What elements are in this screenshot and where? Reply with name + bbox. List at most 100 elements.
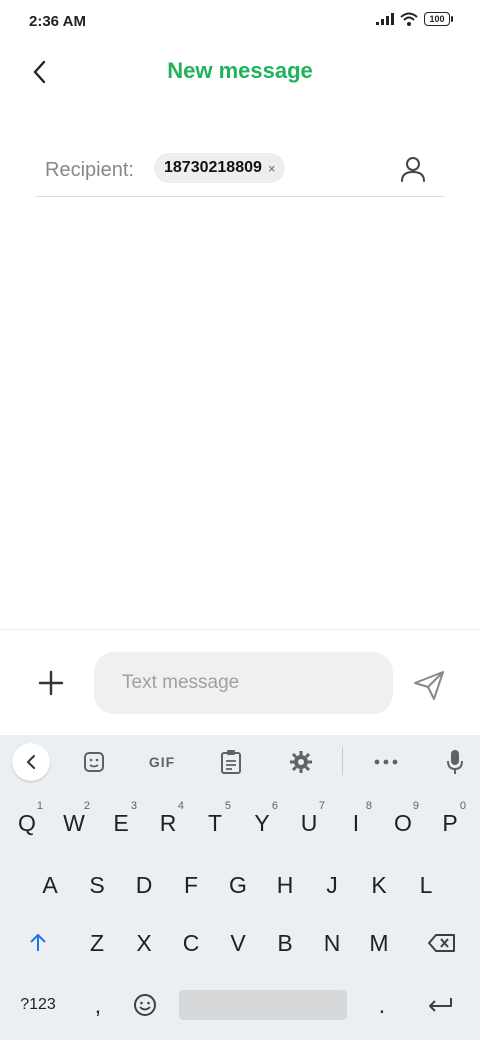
add-attachment-button[interactable]: [36, 668, 66, 698]
emoji-icon: [134, 994, 156, 1016]
shift-key[interactable]: [18, 918, 58, 968]
shift-arrow-icon: [30, 933, 46, 951]
key-u[interactable]: U7: [289, 798, 329, 848]
key-row-4: ?123 , .: [0, 980, 480, 1030]
recipient-chip-text: 18730218809: [164, 159, 262, 176]
plus-icon: [38, 670, 64, 696]
chevron-left-icon: [26, 755, 35, 769]
key-d[interactable]: D: [124, 860, 164, 910]
battery-level: 100: [429, 14, 445, 24]
emoji-key[interactable]: [125, 980, 165, 1030]
key-row-1: Q1W2E3R4T5Y6U7I8O9P0: [0, 798, 480, 848]
key-t[interactable]: T5: [195, 798, 235, 848]
symbols-key[interactable]: ?123: [18, 980, 58, 1030]
key-hint: 3: [130, 800, 137, 812]
space-key[interactable]: [179, 990, 347, 1020]
send-button[interactable]: [412, 668, 446, 702]
key-h[interactable]: H: [265, 860, 305, 910]
sticker-icon: [84, 752, 104, 772]
key-x[interactable]: X: [124, 918, 164, 968]
key-v[interactable]: V: [218, 918, 258, 968]
key-o[interactable]: O9: [383, 798, 423, 848]
key-l[interactable]: L: [406, 860, 446, 910]
key-hint: 9: [412, 800, 419, 812]
soft-keyboard: G I F Q 1 W 2 E 3 R 4 T 5 Y 6 U 7 I 8 O 9 …: [0, 735, 480, 1040]
recipient-chip[interactable]: 18730218809 ×: [154, 153, 286, 183]
voice-input-button[interactable]: [440, 747, 470, 777]
key-n[interactable]: N: [312, 918, 352, 968]
key-hint: 1: [36, 800, 43, 812]
key-hint: 2: [83, 800, 90, 812]
key-f[interactable]: F: [171, 860, 211, 910]
key-label: P: [442, 809, 458, 836]
key-p[interactable]: P0: [430, 798, 470, 848]
key-r[interactable]: R4: [148, 798, 188, 848]
key-label: U: [300, 809, 318, 836]
gear-icon: [290, 751, 312, 773]
sticker-button[interactable]: [79, 747, 109, 777]
send-icon: [414, 671, 444, 700]
clipboard-button[interactable]: [216, 747, 246, 777]
key-m[interactable]: M: [359, 918, 399, 968]
key-w[interactable]: W2: [54, 798, 94, 848]
wifi-icon: [400, 12, 418, 26]
period-key[interactable]: .: [362, 980, 402, 1030]
recipient-row[interactable]: Recipient: 18730218809 ×: [36, 146, 444, 197]
key-hint: 5: [224, 800, 231, 812]
status-icons: 100: [376, 12, 453, 26]
chip-remove-icon[interactable]: ×: [268, 161, 276, 176]
signal-icon: [376, 13, 394, 25]
status-bar: 2:36 AM 100: [0, 0, 480, 44]
key-s[interactable]: S: [77, 860, 117, 910]
message-input[interactable]: [94, 652, 393, 714]
gif-icon: GIF: [148, 754, 176, 770]
compose-bar: [0, 629, 480, 736]
key-label: Q: [18, 809, 36, 836]
key-a[interactable]: A: [30, 860, 70, 910]
key-label: Y: [254, 809, 270, 836]
key-label: T: [207, 809, 223, 836]
mic-icon: [447, 750, 463, 774]
contact-picker-button[interactable]: [398, 154, 428, 184]
key-hint: 6: [271, 800, 278, 812]
settings-button[interactable]: [286, 747, 316, 777]
battery-icon: 100: [424, 12, 453, 26]
key-hint: 4: [177, 800, 184, 812]
key-row-2: ASDFGHJKL: [0, 860, 480, 910]
key-y[interactable]: Y6: [242, 798, 282, 848]
key-j[interactable]: J: [312, 860, 352, 910]
key-i[interactable]: I8: [336, 798, 376, 848]
enter-icon: [429, 998, 452, 1012]
key-label: O: [394, 809, 412, 836]
backspace-key[interactable]: [422, 918, 462, 968]
key-g[interactable]: G: [218, 860, 258, 910]
page-title: New message: [167, 58, 313, 83]
key-q[interactable]: Q1: [7, 798, 47, 848]
key-c[interactable]: C: [171, 918, 211, 968]
key-z[interactable]: Z: [77, 918, 117, 968]
app-header: New message: [0, 44, 480, 100]
key-k[interactable]: K: [359, 860, 399, 910]
key-e[interactable]: E3: [101, 798, 141, 848]
keyboard-collapse-button[interactable]: [12, 743, 50, 781]
key-hint: 0: [459, 800, 466, 812]
recipient-label: Recipient:: [45, 159, 134, 181]
key-hint: 8: [365, 800, 372, 812]
person-icon: [401, 157, 425, 182]
key-label: I: [352, 809, 360, 836]
gif-button[interactable]: GIF: [144, 747, 180, 777]
more-icon: [374, 759, 398, 765]
status-time: 2:36 AM: [29, 13, 86, 30]
more-button[interactable]: [371, 747, 401, 777]
key-label: W: [63, 809, 85, 836]
key-row-3: ZXCVBNM: [0, 918, 480, 968]
comma-key[interactable]: ,: [78, 980, 118, 1030]
backspace-icon: [428, 934, 455, 952]
enter-key[interactable]: [420, 980, 460, 1030]
key-label: R: [159, 809, 177, 836]
key-b[interactable]: B: [265, 918, 305, 968]
key-label: E: [113, 809, 129, 836]
keyboard-toolbar: GIF: [0, 735, 480, 789]
toolbar-divider: [342, 747, 343, 775]
key-hint: 7: [318, 800, 325, 812]
